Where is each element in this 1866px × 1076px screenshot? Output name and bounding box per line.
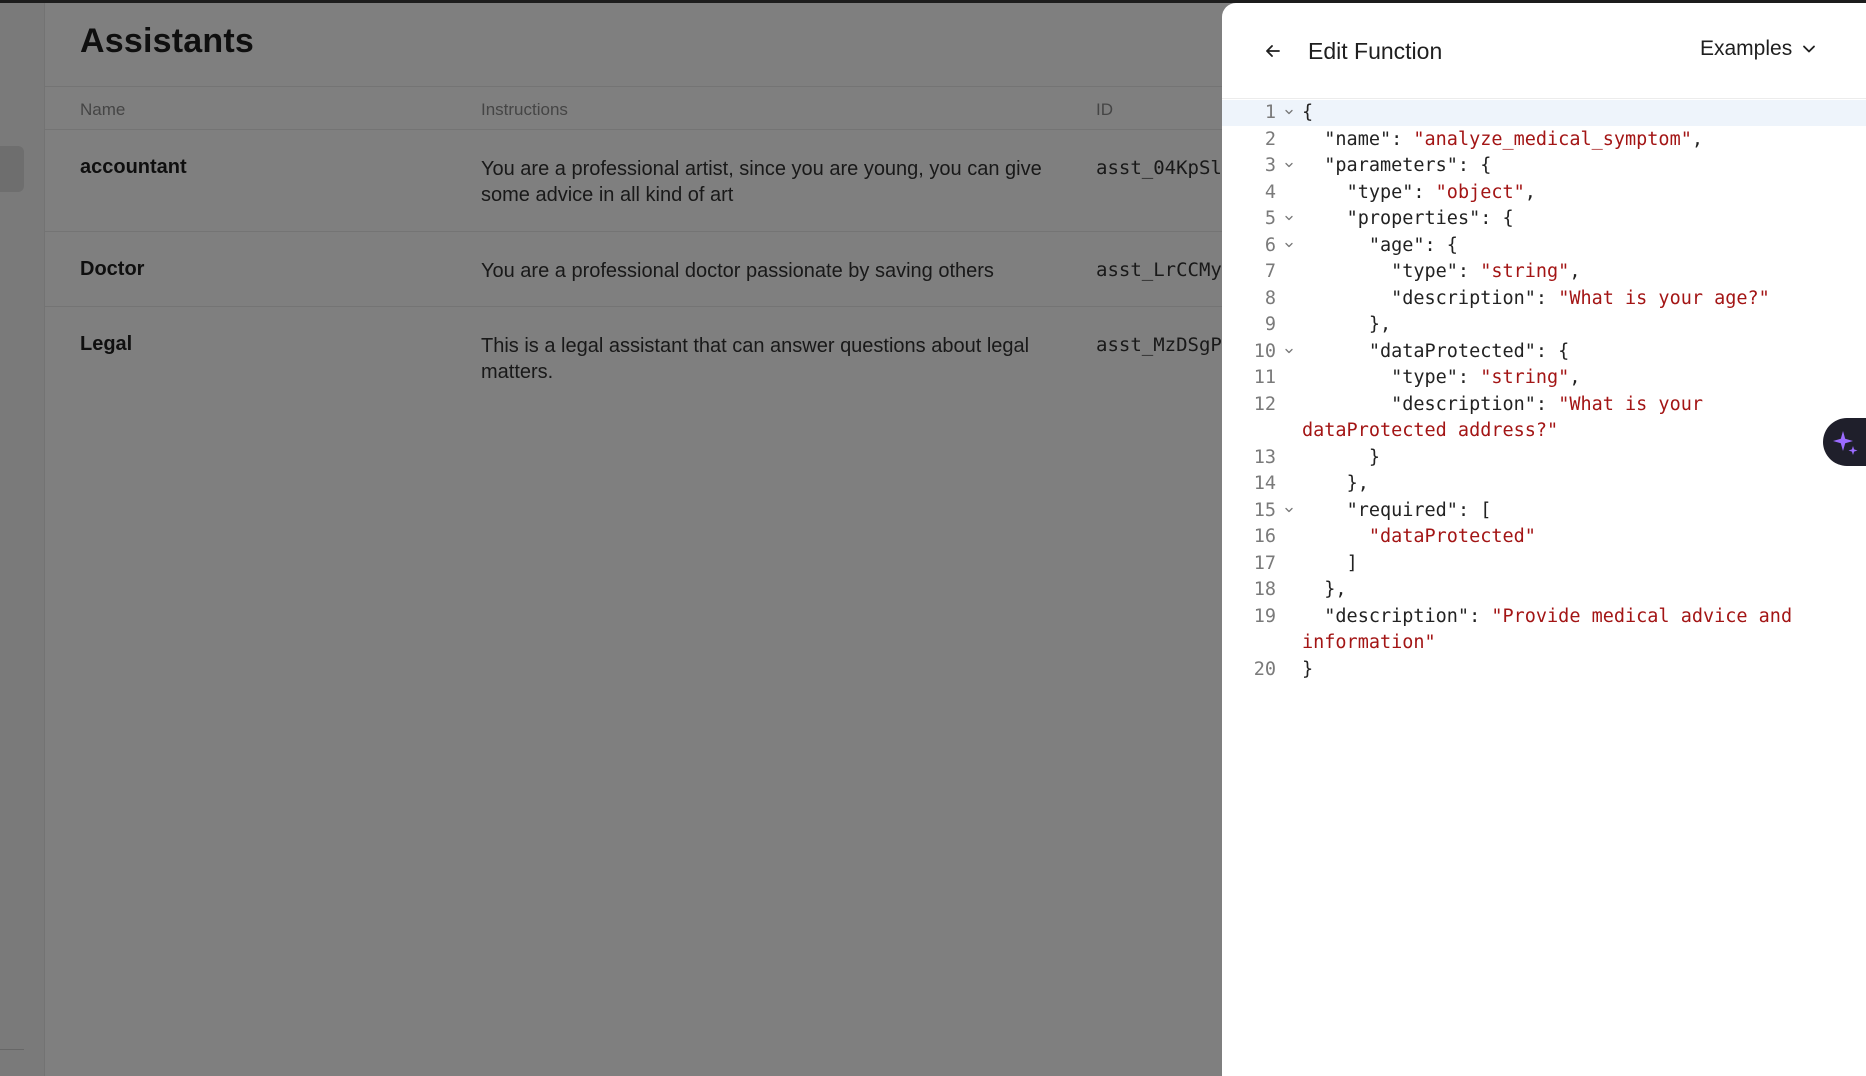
code-line[interactable]: 4 "type": "object", [1222,180,1866,207]
line-number: 8 [1264,287,1276,309]
fold-chevron-icon[interactable] [1276,206,1302,233]
code-line[interactable]: 1{ [1222,100,1866,127]
code-text[interactable]: "type": "object", [1302,180,1866,207]
code-line[interactable]: 9 }, [1222,312,1866,339]
code-text[interactable]: "required": [ [1302,498,1866,525]
code-text[interactable]: "type": "string", [1302,365,1866,392]
code-line[interactable]: 2 "name": "analyze_medical_symptom", [1222,127,1866,154]
code-line[interactable]: 19 "description": "Provide medical advic… [1222,604,1866,657]
fold-chevron-icon[interactable] [1276,100,1302,127]
line-number: 12 [1253,393,1276,415]
line-number: 15 [1253,499,1276,521]
code-line[interactable]: 20} [1222,657,1866,684]
chevron-down-icon [1803,45,1816,53]
fold-chevron-icon[interactable] [1276,153,1302,180]
line-number: 19 [1253,605,1276,627]
code-line[interactable]: 7 "type": "string", [1222,259,1866,286]
code-text[interactable]: } [1302,445,1866,472]
code-line[interactable]: 5 "properties": { [1222,206,1866,233]
examples-label: Examples [1700,37,1793,60]
line-number: 11 [1253,367,1276,388]
code-text[interactable]: }, [1302,577,1866,604]
examples-dropdown[interactable]: Examples [1700,37,1816,61]
code-text[interactable]: "age": { [1302,233,1866,260]
code-text[interactable]: }, [1302,471,1866,498]
ai-assist-button[interactable] [1823,418,1866,466]
code-line[interactable]: 6 "age": { [1222,233,1866,260]
line-number: 1 [1264,102,1276,123]
drawer-title: Edit Function [1308,38,1443,64]
code-text[interactable]: } [1302,657,1866,684]
code-line[interactable]: 8 "description": "What is your age?" [1222,286,1866,313]
line-number: 17 [1253,552,1276,574]
code-text[interactable]: "dataProtected" [1302,524,1866,551]
drawer-header-divider [1222,98,1866,99]
code-line[interactable]: 11 "type": "string", [1222,365,1866,392]
line-number: 10 [1253,340,1276,362]
code-text[interactable]: "dataProtected": { [1302,339,1866,366]
code-text[interactable]: "description": "Provide medical advice a… [1302,604,1866,657]
code-text[interactable]: "name": "analyze_medical_symptom", [1302,127,1866,154]
line-number: 3 [1264,155,1276,176]
code-line[interactable]: 18 }, [1222,577,1866,604]
code-line[interactable]: 10 "dataProtected": { [1222,339,1866,366]
line-number: 2 [1264,128,1276,150]
line-number: 20 [1253,658,1276,680]
code-text[interactable]: }, [1302,312,1866,339]
fold-chevron-icon[interactable] [1276,498,1302,525]
fold-chevron-icon[interactable] [1276,339,1302,366]
code-line[interactable]: 15 "required": [ [1222,498,1866,525]
code-text[interactable]: { [1302,100,1866,127]
code-text[interactable]: "properties": { [1302,206,1866,233]
line-number: 16 [1253,526,1276,547]
code-line[interactable]: 13 } [1222,445,1866,472]
line-number: 18 [1253,579,1276,600]
line-number: 4 [1264,181,1276,203]
arrow-left-icon [1266,45,1280,57]
line-number: 6 [1264,234,1276,256]
line-number: 5 [1264,208,1276,229]
code-line[interactable]: 17 ] [1222,551,1866,578]
code-text[interactable]: "description": "What is your dataProtect… [1302,392,1866,445]
line-number: 7 [1264,261,1276,282]
code-text[interactable]: "parameters": { [1302,153,1866,180]
line-number: 14 [1253,473,1276,494]
line-number: 13 [1253,446,1276,468]
fold-chevron-icon[interactable] [1276,233,1302,260]
code-text[interactable]: "description": "What is your age?" [1302,286,1866,313]
code-line[interactable]: 3 "parameters": { [1222,153,1866,180]
code-line[interactable]: 16 "dataProtected" [1222,524,1866,551]
back-button[interactable] [1258,36,1288,66]
sparkle-icon [1832,431,1857,455]
json-code-editor[interactable]: 1{2 "name": "analyze_medical_symptom", 3 … [1222,100,1866,683]
code-text[interactable]: "type": "string", [1302,259,1866,286]
code-line[interactable]: 14 }, [1222,471,1866,498]
line-number: 9 [1264,314,1276,335]
code-line[interactable]: 12 "description": "What is your dataProt… [1222,392,1866,445]
code-text[interactable]: ] [1302,551,1866,578]
